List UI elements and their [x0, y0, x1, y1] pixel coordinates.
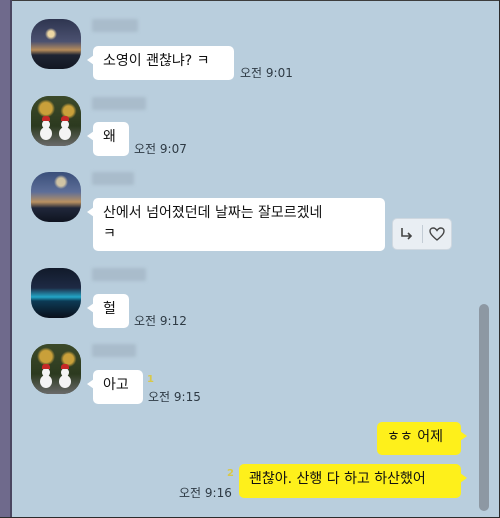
message-text-line: ㅋ [103, 226, 116, 242]
share-arrow-icon [401, 228, 413, 240]
message-bubble[interactable]: 산에서 넘어졌던데 날짜는 잘모르겠네 ㅋ [87, 198, 385, 251]
sender-name-blurred [92, 268, 146, 281]
message-text: 왜 [103, 129, 116, 145]
message-text-line: 산에서 넘어졌던데 날짜는 잘모르겠네 [103, 205, 323, 221]
sender-name-blurred [92, 97, 146, 110]
message-text: 괜찮아. 산행 다 하고 하산했어 [249, 471, 426, 487]
share-button[interactable] [393, 219, 422, 249]
sender-avatar[interactable] [31, 344, 81, 394]
unread-count: 2 [227, 468, 234, 479]
window-top-border [12, 0, 500, 1]
sender-avatar[interactable] [31, 96, 81, 146]
message-time: 오전 9:01 [240, 66, 293, 80]
my-message-bubble[interactable]: 괜찮아. 산행 다 하고 하산했어 [239, 464, 467, 498]
chat-window: 소영이 괜찮냐? ㅋ 오전 9:01 왜 오전 9:07 산에서 넘어졌던데 날… [0, 0, 500, 518]
like-button[interactable] [423, 219, 452, 249]
heart-icon [429, 227, 445, 241]
message-text: 아고 [103, 377, 129, 393]
message-bubble[interactable]: 헐 [87, 294, 129, 328]
sender-avatar[interactable] [31, 172, 81, 222]
background-window-strip [0, 0, 12, 518]
message-time: 오전 9:07 [134, 142, 187, 156]
scrollbar-thumb[interactable] [479, 304, 489, 511]
unread-count: 1 [147, 374, 154, 385]
my-message-bubble[interactable]: ㅎㅎ 어제 [377, 422, 467, 455]
message-bubble[interactable]: 소영이 괜찮냐? ㅋ [87, 46, 234, 80]
message-time: 오전 9:15 [148, 390, 201, 404]
message-bubble[interactable]: 아고 [87, 370, 143, 404]
sender-avatar[interactable] [31, 19, 81, 69]
message-text: ㅎㅎ 어제 [387, 429, 443, 445]
sender-avatar[interactable] [31, 268, 81, 318]
sender-name-blurred [92, 172, 134, 185]
message-text: 소영이 괜찮냐? ㅋ [103, 53, 210, 69]
message-text: 헐 [103, 301, 116, 317]
message-time: 오전 9:16 [179, 486, 232, 500]
message-action-toolbar [392, 218, 452, 250]
sender-name-blurred [92, 19, 138, 32]
message-bubble[interactable]: 왜 [87, 122, 129, 156]
sender-name-blurred [92, 344, 136, 357]
message-time: 오전 9:12 [134, 314, 187, 328]
